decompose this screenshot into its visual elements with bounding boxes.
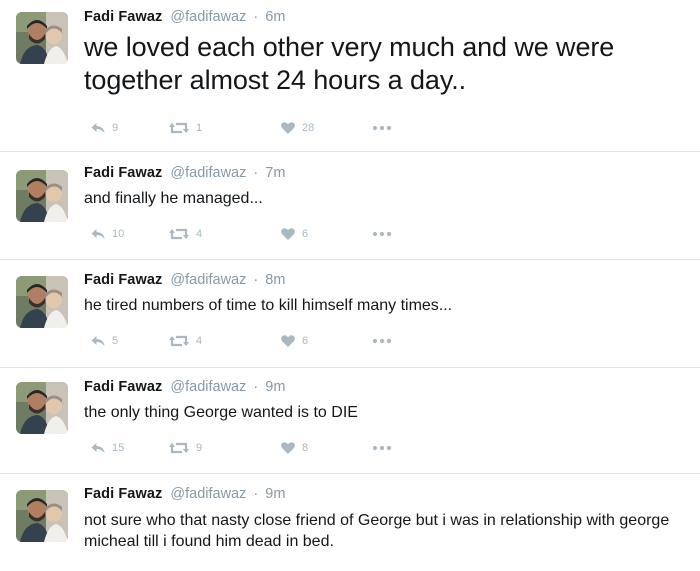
retweet-count: 9: [196, 442, 203, 454]
retweet-button[interactable]: 1: [168, 120, 202, 136]
tweet-text: and finally he managed...: [84, 190, 263, 207]
retweet-count: 4: [196, 228, 203, 240]
retweet-icon: [168, 120, 190, 136]
heart-icon: [280, 440, 296, 456]
more-button[interactable]: [372, 333, 392, 349]
separator-dot: ·: [253, 272, 259, 288]
more-dots-icon: [372, 125, 392, 131]
display-name[interactable]: Fadi Fawaz: [84, 486, 162, 502]
like-count: 28: [302, 122, 315, 134]
retweet-icon: [168, 440, 190, 456]
like-button[interactable]: 6: [280, 226, 308, 242]
separator-dot: ·: [253, 379, 259, 395]
reply-icon: [90, 226, 106, 242]
display-name[interactable]: Fadi Fawaz: [84, 379, 162, 395]
like-button[interactable]: 6: [280, 333, 308, 349]
handle[interactable]: @fadifawaz: [170, 486, 246, 502]
tweet[interactable]: Fadi Fawaz @fadifawaz · 6m we loved each…: [0, 0, 700, 152]
display-name[interactable]: Fadi Fawaz: [84, 272, 162, 288]
tweet[interactable]: Fadi Fawaz @fadifawaz · 9m not sure who …: [0, 474, 700, 571]
reply-button[interactable]: 9: [90, 120, 118, 136]
more-dots-icon: [372, 445, 392, 451]
like-count: 6: [302, 228, 309, 240]
avatar[interactable]: [16, 170, 68, 222]
heart-icon: [280, 226, 296, 242]
handle[interactable]: @fadifawaz: [170, 165, 246, 181]
like-button[interactable]: 8: [280, 440, 308, 456]
tweet-header: Fadi Fawaz @fadifawaz · 9m: [84, 379, 285, 395]
timestamp[interactable]: 9m: [265, 379, 285, 395]
avatar[interactable]: [16, 490, 68, 542]
like-count: 6: [302, 335, 309, 347]
tweet-header: Fadi Fawaz @fadifawaz · 8m: [84, 272, 285, 288]
handle[interactable]: @fadifawaz: [170, 272, 246, 288]
like-count: 8: [302, 442, 309, 454]
timeline: Fadi Fawaz @fadifawaz · 6m we loved each…: [0, 0, 700, 571]
tweet-text: the only thing George wanted is to DIE: [84, 404, 358, 421]
retweet-count: 1: [196, 122, 203, 134]
tweet[interactable]: Fadi Fawaz @fadifawaz · 7m and finally h…: [0, 152, 700, 260]
more-button[interactable]: [372, 226, 392, 242]
reply-button[interactable]: 15: [90, 440, 124, 456]
display-name[interactable]: Fadi Fawaz: [84, 9, 162, 25]
retweet-button[interactable]: 4: [168, 226, 202, 242]
tweet-header: Fadi Fawaz @fadifawaz · 7m: [84, 165, 285, 181]
timestamp[interactable]: 8m: [265, 272, 285, 288]
reply-button[interactable]: 10: [90, 226, 124, 242]
timestamp[interactable]: 7m: [265, 165, 285, 181]
retweet-count: 4: [196, 335, 203, 347]
more-button[interactable]: [372, 440, 392, 456]
more-dots-icon: [372, 231, 392, 237]
more-button[interactable]: [372, 120, 392, 136]
separator-dot: ·: [253, 486, 259, 502]
tweet[interactable]: Fadi Fawaz @fadifawaz · 8m he tired numb…: [0, 260, 700, 368]
tweet[interactable]: Fadi Fawaz @fadifawaz · 9m the only thin…: [0, 368, 700, 474]
tweet-text: he tired numbers of time to kill himself…: [84, 297, 453, 314]
tweet-header: Fadi Fawaz @fadifawaz · 9m: [84, 486, 285, 502]
heart-icon: [280, 333, 296, 349]
handle[interactable]: @fadifawaz: [170, 379, 246, 395]
retweet-icon: [168, 333, 190, 349]
handle[interactable]: @fadifawaz: [170, 9, 246, 25]
retweet-button[interactable]: 4: [168, 333, 202, 349]
reply-icon: [90, 120, 106, 136]
retweet-button[interactable]: 9: [168, 440, 202, 456]
reply-count: 9: [112, 122, 119, 134]
display-name[interactable]: Fadi Fawaz: [84, 165, 162, 181]
like-button[interactable]: 28: [280, 120, 314, 136]
tweet-text: we loved each other very much and we wer…: [84, 32, 615, 95]
reply-count: 5: [112, 335, 119, 347]
tweet-text: not sure who that nasty close friend of …: [84, 512, 670, 550]
avatar[interactable]: [16, 276, 68, 328]
timestamp[interactable]: 9m: [265, 486, 285, 502]
separator-dot: ·: [253, 9, 259, 25]
reply-count: 15: [112, 442, 125, 454]
tweet-header: Fadi Fawaz @fadifawaz · 6m: [84, 9, 285, 25]
reply-icon: [90, 440, 106, 456]
heart-icon: [280, 120, 296, 136]
timestamp[interactable]: 6m: [265, 9, 285, 25]
reply-icon: [90, 333, 106, 349]
reply-button[interactable]: 5: [90, 333, 118, 349]
more-dots-icon: [372, 338, 392, 344]
reply-count: 10: [112, 228, 125, 240]
avatar[interactable]: [16, 12, 68, 64]
retweet-icon: [168, 226, 190, 242]
separator-dot: ·: [253, 165, 259, 181]
avatar[interactable]: [16, 382, 68, 434]
